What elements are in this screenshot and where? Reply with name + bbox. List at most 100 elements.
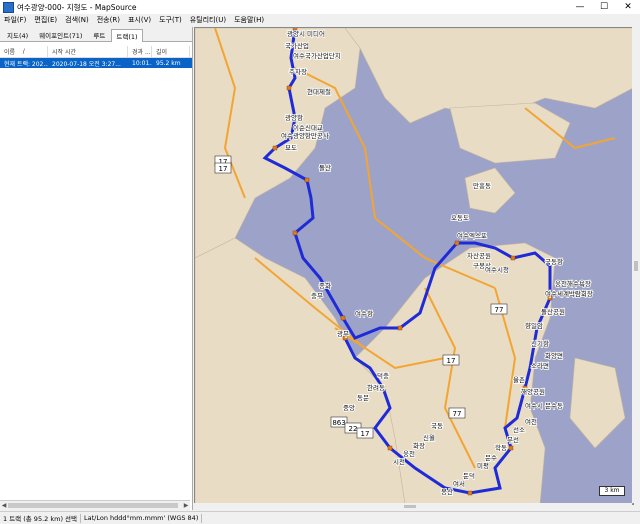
place-label[interactable]: 여천 (524, 416, 538, 427)
place-label[interactable]: 돌산 (318, 162, 332, 173)
close-button[interactable]: ✕ (616, 0, 640, 14)
road-number-label: 17 (214, 162, 232, 174)
table-row[interactable]: 현재 트랙: 202... 2020-07-18 오전 3:27... 10:0… (0, 58, 192, 68)
tab-routes[interactable]: 루트 (88, 28, 110, 41)
menu-file[interactable]: 파일(F) (0, 15, 30, 25)
menu-utilities[interactable]: 유틸리티(U) (186, 15, 230, 25)
place-label[interactable]: 여수국가산업단지 (292, 50, 341, 61)
place-label[interactable]: 여수시 문수동 (524, 400, 564, 411)
map-canvas[interactable]: 17177777178632217 광양시 미디어국가산업여수국가산업단지주차장… (195, 28, 633, 504)
place-label[interactable]: 여수엑스포 (456, 230, 488, 241)
tab-waypoints[interactable]: 웨이포인트(71) (34, 28, 87, 41)
place-label[interactable]: 동문 (356, 393, 370, 403)
tab-maps[interactable]: 지도(4) (2, 28, 33, 41)
menu-help[interactable]: 도움말(H) (230, 15, 268, 25)
status-summary: 1 트랙 (총 95.2 km) 선택 (3, 515, 78, 523)
place-label[interactable]: 화장 (412, 440, 426, 451)
place-label[interactable]: 여수시청 (484, 264, 510, 275)
app-icon (3, 1, 14, 13)
place-label[interactable]: 해양공원 (520, 386, 546, 397)
maximize-button[interactable]: ☐ (592, 0, 616, 14)
column-length[interactable]: 길이 (152, 46, 190, 57)
place-label[interactable]: 주차장 (288, 66, 308, 77)
place-label[interactable]: 광양항 (284, 112, 304, 123)
place-label[interactable]: 화양면 (544, 350, 564, 361)
menu-tools[interactable]: 도구(T) (155, 15, 186, 25)
place-label[interactable]: 국동항 (544, 256, 564, 267)
place-label[interactable]: 향일암 (524, 320, 544, 331)
place-label[interactable]: 문수 (484, 453, 498, 463)
menu-view[interactable]: 표시(V) (124, 15, 155, 25)
place-label[interactable]: 둔덕 (462, 470, 476, 481)
pane-horizontal-scrollbar[interactable]: ◀ ▶ (0, 500, 190, 510)
land-myodo-island (464, 167, 516, 214)
menu-transfer[interactable]: 전송(R) (93, 15, 124, 25)
waypoint-marker[interactable] (467, 490, 473, 496)
place-label[interactable]: 오동도 (450, 213, 470, 223)
place-label[interactable]: 묘도 (284, 143, 298, 153)
scroll-thumb[interactable] (8, 503, 178, 508)
place-label[interactable]: 한려동 (366, 382, 386, 393)
place-label[interactable]: 신월 (422, 432, 436, 443)
place-label[interactable]: 충무 (310, 290, 324, 301)
menu-edit[interactable]: 편집(E) (30, 15, 61, 25)
waypoint-marker[interactable] (397, 325, 403, 331)
place-label[interactable]: 웅천해수욕장 (554, 278, 592, 289)
place-label[interactable]: 학동 (494, 442, 508, 453)
place-label[interactable]: 미평 (476, 460, 490, 471)
map-scale: 3 km (599, 486, 625, 496)
place-label[interactable]: 무선 (506, 434, 520, 445)
place-label[interactable]: 선소 (512, 424, 526, 435)
land-areas (195, 28, 633, 504)
column-start-time[interactable]: 시작 시간 (48, 46, 128, 57)
place-label[interactable]: 자산공원 (466, 250, 492, 261)
place-label[interactable]: 여수항 (354, 308, 374, 319)
svg-text:17: 17 (219, 165, 228, 173)
place-label[interactable]: 시전 (392, 456, 406, 467)
svg-text:863: 863 (332, 419, 345, 427)
map-vscroll-thumb[interactable] (634, 261, 638, 271)
column-elapsed[interactable]: 경과 ... (128, 46, 152, 57)
map-vertical-scrollbar[interactable] (632, 27, 640, 503)
place-label[interactable]: 국동 (430, 421, 444, 431)
place-label[interactable]: 광무 (336, 329, 350, 339)
place-label[interactable]: 여서 (452, 478, 466, 489)
place-label[interactable]: 국가산업 (284, 40, 310, 51)
place-label[interactable]: 돌산공원 (540, 306, 566, 317)
place-label[interactable]: 여수광양항만공사 (280, 130, 329, 141)
waypoint-marker[interactable] (508, 445, 514, 451)
place-label[interactable]: 신기항 (530, 338, 550, 349)
place-label[interactable]: 광양시 미디어 (286, 28, 326, 39)
waypoint-marker[interactable] (510, 255, 516, 261)
svg-text:77: 77 (453, 410, 462, 418)
waypoint-marker[interactable] (286, 85, 292, 91)
waypoint-marker[interactable] (387, 445, 393, 451)
map-horizontal-scrollbar[interactable] (194, 503, 632, 510)
place-label[interactable]: 이순신대교 (292, 122, 324, 133)
title-bar: 여수광양-000- 지형도 - MapSource — ☐ ✕ (0, 0, 640, 14)
map-view[interactable]: 17 17 77 77 17 863 22 17 광양시 미디어 국가산업 여수국가산업단지 주차장… (194, 27, 634, 505)
place-label[interactable]: 종화 (318, 281, 332, 291)
waypoint-marker[interactable] (292, 230, 298, 236)
waypoint-marker[interactable] (340, 315, 346, 321)
waypoint-marker[interactable] (304, 177, 310, 183)
tab-tracks[interactable]: 트랙(1) (111, 29, 143, 42)
place-label[interactable]: 만흥동 (472, 180, 492, 191)
place-label[interactable]: 덕충 (376, 370, 390, 381)
place-label[interactable]: 여수세계박람회장 (544, 288, 593, 299)
scroll-left-icon[interactable]: ◀ (0, 501, 8, 510)
column-name[interactable]: 이름 / (0, 46, 48, 57)
place-label[interactable]: 현대제철 (306, 86, 332, 97)
scroll-right-icon[interactable]: ▶ (182, 501, 190, 510)
place-label[interactable]: 중앙 (342, 403, 356, 413)
place-label[interactable]: 웅천 (402, 448, 416, 459)
menu-find[interactable]: 검색(N) (61, 15, 93, 25)
minimize-button[interactable]: — (568, 0, 592, 14)
place-label[interactable]: 소라면 (530, 360, 550, 371)
map-hscroll-thumb[interactable] (404, 505, 416, 508)
land-gwangyang-port (449, 102, 571, 164)
waypoint-marker[interactable] (272, 145, 278, 151)
place-label[interactable]: 율촌 (512, 374, 526, 385)
place-label[interactable]: 봉산 (440, 486, 454, 497)
waypoint-marker[interactable] (454, 240, 460, 246)
